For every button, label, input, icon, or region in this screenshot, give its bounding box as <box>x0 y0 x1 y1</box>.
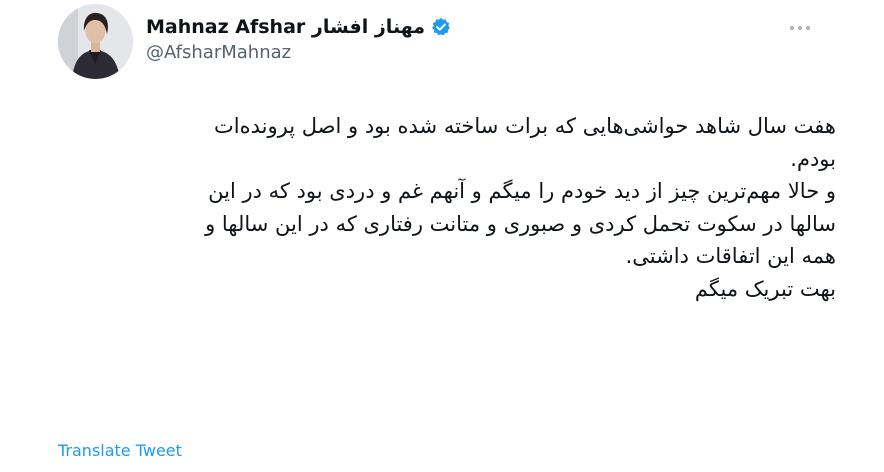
tweet-text-line: بهت تبریک میگم <box>694 276 836 301</box>
tweet-text-line: هفت سال شاهد حواشی‌هایی که برات ساخته شد… <box>214 114 836 138</box>
author-handle[interactable]: @AfsharMahnaz <box>146 42 291 63</box>
more-dot <box>790 26 794 30</box>
verified-badge-icon <box>431 17 451 37</box>
tweet-text-line: همه این اتفاقات داشتی. <box>625 244 836 268</box>
tweet-text: هفت سال شاهد حواشی‌هایی که برات ساخته شد… <box>40 110 836 305</box>
author-name-row[interactable]: Mahnaz Afshar مهناز افشار <box>146 12 451 42</box>
tweet-text-line: بودم. <box>790 146 836 171</box>
avatar-image <box>58 4 133 79</box>
more-dot <box>806 26 810 30</box>
author-display-name[interactable]: Mahnaz Afshar مهناز افشار <box>146 16 425 38</box>
tweet-text-line: سالها در سکوت تحمل کردی و صبوری و متانت … <box>205 211 836 236</box>
tweet-text-line: و حالا مهم‌ترین چیز از دید خودم را میگم … <box>208 179 836 203</box>
more-dot <box>798 26 802 30</box>
author-avatar[interactable] <box>58 4 133 79</box>
translate-tweet-link[interactable]: Translate Tweet <box>58 441 182 460</box>
more-options-icon[interactable] <box>790 18 810 38</box>
